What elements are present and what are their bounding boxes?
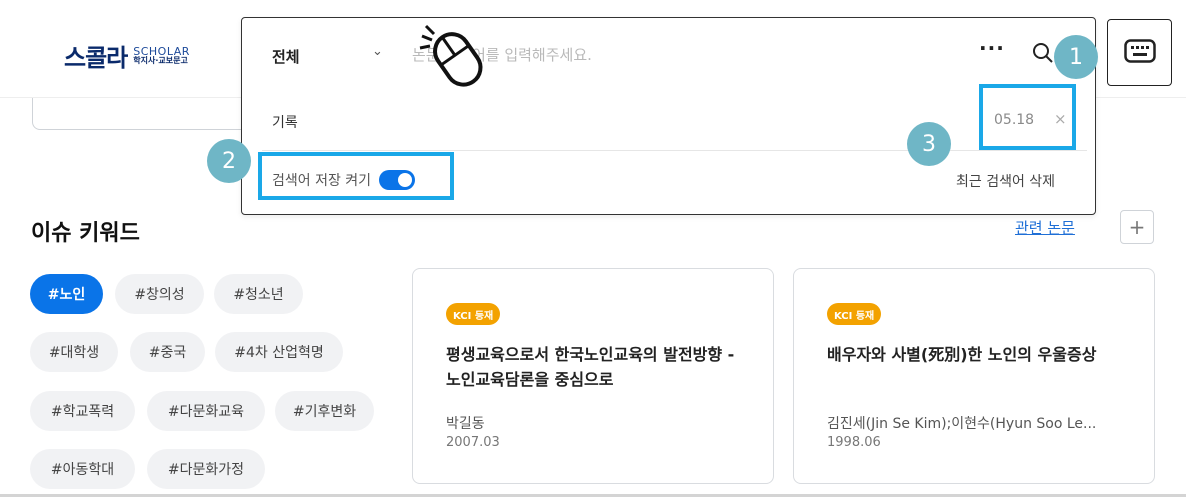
highlight-history-item: [979, 84, 1076, 150]
keyword-chip[interactable]: #창의성: [115, 274, 204, 314]
search-scope-select[interactable]: 전체: [272, 46, 300, 67]
issue-keywords-title: 이슈 키워드: [31, 221, 140, 246]
paper-date: 2007.03: [446, 435, 500, 450]
search-input[interactable]: [412, 40, 932, 70]
keyboard-icon: [1123, 38, 1156, 67]
keyword-chip[interactable]: #4차 산업혁명: [215, 332, 343, 372]
paper-card[interactable]: KCI 등재 평생교육으로서 한국노인교육의 발전방향 - 노인교육담론을 중심…: [412, 268, 774, 484]
paper-title[interactable]: 배우자와 사별(死別)한 노인의 우울증상: [827, 343, 1132, 368]
history-label: 기록: [272, 115, 298, 131]
mouse-cursor-icon: [418, 14, 490, 100]
callout-badge-1: 1: [1054, 35, 1098, 79]
paper-card[interactable]: KCI 등재 배우자와 사별(死別)한 노인의 우울증상 김진세(Jin Se …: [793, 268, 1155, 484]
site-logo[interactable]: 스콜라 SCHOLAR 학지사·교보문고: [64, 38, 190, 73]
more-options-button[interactable]: ···: [979, 36, 1005, 60]
logo-sub-ko: 학지사·교보문고: [133, 56, 188, 66]
paper-title[interactable]: 평생교육으로서 한국노인교육의 발전방향 - 노인교육담론을 중심으로: [446, 343, 751, 393]
virtual-keyboard-button[interactable]: [1107, 19, 1172, 86]
related-papers-link[interactable]: 관련 논문: [1015, 217, 1075, 238]
keyword-chip[interactable]: #다문화교육: [147, 391, 265, 431]
paper-date: 1998.06: [827, 435, 881, 450]
callout-badge-2: 2: [207, 139, 251, 183]
panel-divider: [262, 150, 1087, 151]
paper-author: 김진세(Jin Se Kim);이현수(Hyun Soo Le...: [827, 416, 1097, 432]
paper-author: 박길동: [446, 416, 485, 432]
delete-recent-searches-button[interactable]: 최근 검색어 삭제: [956, 171, 1055, 191]
keyword-chip[interactable]: #청소년: [214, 274, 303, 314]
add-keyword-button[interactable]: +: [1120, 210, 1154, 244]
keyword-chip[interactable]: #대학생: [30, 332, 118, 372]
kci-badge: KCI 등재: [446, 303, 501, 325]
highlight-save-toggle: [258, 152, 454, 200]
underlying-search-box: [32, 98, 252, 130]
logo-sub: SCHOLAR 학지사·교보문고: [133, 45, 190, 66]
kci-badge: KCI 등재: [827, 303, 882, 325]
keyword-chip[interactable]: #학교폭력: [30, 391, 135, 431]
keyword-chip[interactable]: #노인: [30, 274, 103, 314]
keyword-chip[interactable]: #중국: [130, 332, 205, 372]
callout-badge-3: 3: [907, 122, 951, 166]
logo-main-text: 스콜라: [64, 44, 128, 72]
keyword-chip[interactable]: #다문화가정: [147, 449, 265, 489]
keyword-chip[interactable]: #아동학대: [30, 449, 135, 489]
plus-icon: +: [1128, 215, 1146, 239]
chevron-down-icon[interactable]: ⌄: [372, 44, 383, 59]
bottom-divider: [0, 494, 1186, 497]
search-icon[interactable]: [1032, 42, 1054, 68]
keyword-chip[interactable]: #기후변화: [275, 391, 374, 431]
